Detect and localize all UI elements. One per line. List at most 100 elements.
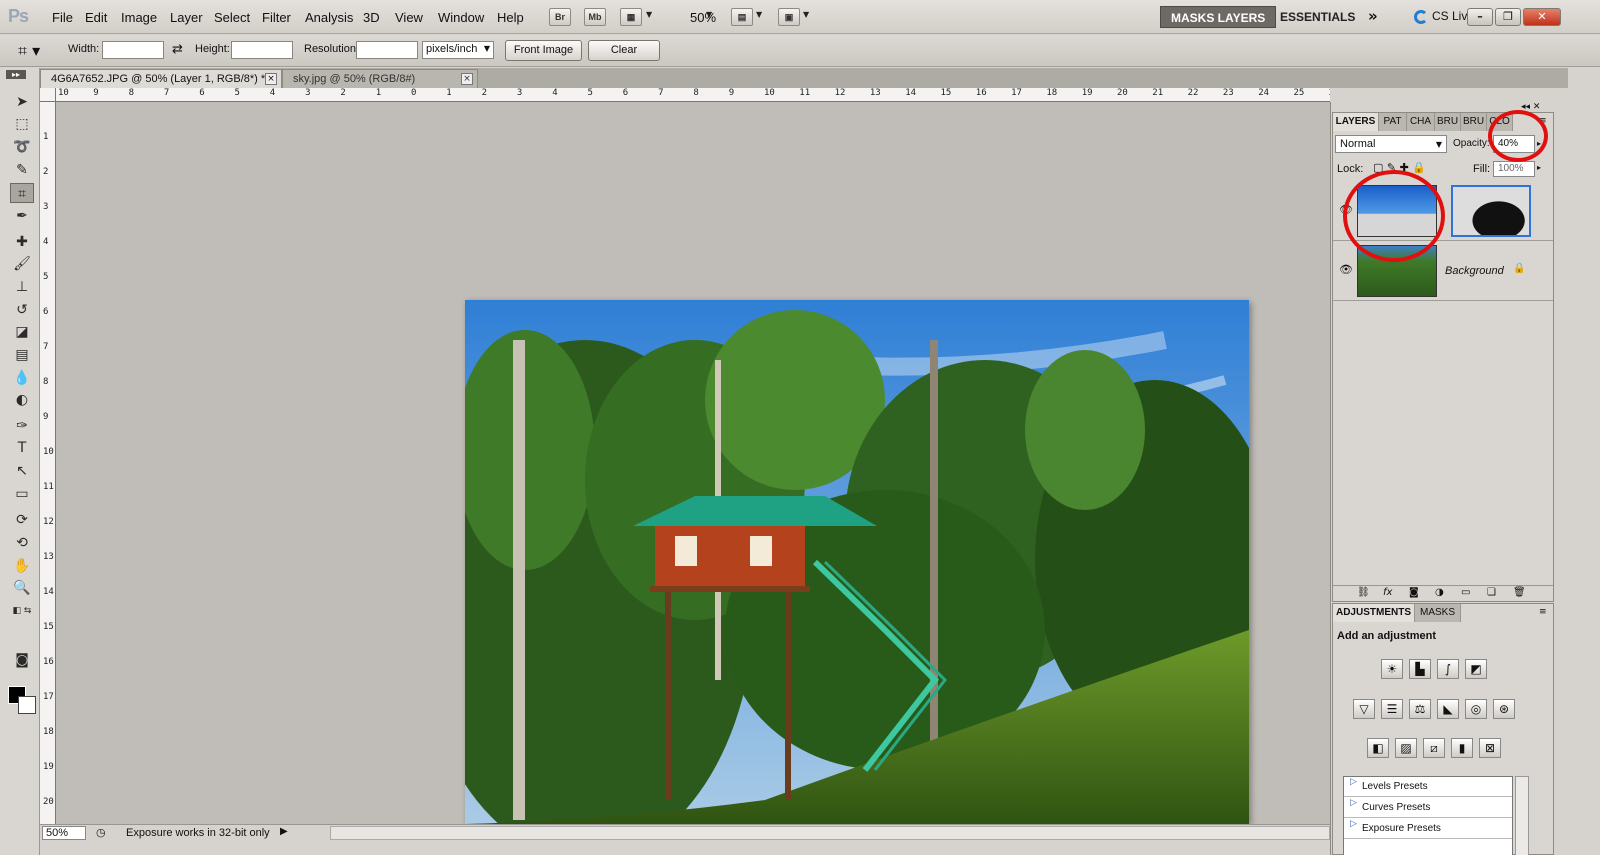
history-brush-tool-icon[interactable]: ↺: [10, 300, 34, 320]
lock-options-icon[interactable]: ▢ ✎ ✚ 🔒: [1373, 161, 1426, 174]
width-field[interactable]: [102, 41, 164, 59]
default-colors-icon[interactable]: ◧ ⇆: [10, 601, 34, 621]
3d-rotate-tool-icon[interactable]: ⟳: [10, 510, 34, 530]
menu-edit[interactable]: Edit: [85, 10, 107, 25]
healing-brush-tool-icon[interactable]: ✚: [10, 232, 34, 252]
preset-exposure[interactable]: ▷ Exposure Presets: [1344, 819, 1512, 839]
layer-name[interactable]: Background: [1445, 265, 1504, 277]
eyedropper-tool-icon[interactable]: ✒: [10, 206, 34, 226]
zoom-dropdown-icon[interactable]: ▼: [706, 10, 712, 19]
menu-filter[interactable]: Filter: [262, 10, 291, 25]
menu-analysis[interactable]: Analysis: [305, 10, 353, 25]
gradient-tool-icon[interactable]: ▤: [10, 345, 34, 365]
new-group-icon[interactable]: ▭: [1461, 587, 1470, 598]
clone-stamp-tool-icon[interactable]: ⊥: [10, 277, 34, 297]
tab-adjustments[interactable]: ADJUSTMENTS: [1333, 604, 1415, 622]
crop-tool-preset-icon[interactable]: ⌗ ▾: [18, 41, 58, 61]
tab-clone-source[interactable]: CLO: [1487, 113, 1513, 131]
panel-menu-icon[interactable]: ≡: [1539, 607, 1547, 617]
quick-selection-tool-icon[interactable]: ✎: [10, 160, 34, 180]
exposure-icon[interactable]: ◩: [1465, 659, 1487, 679]
color-balance-icon[interactable]: ⚖: [1409, 699, 1431, 719]
menu-layer[interactable]: Layer: [170, 10, 203, 25]
blend-mode-select[interactable]: Normal ▼: [1335, 135, 1447, 153]
channel-mixer-icon[interactable]: ⊛: [1493, 699, 1515, 719]
invert-icon[interactable]: ◧: [1367, 738, 1389, 758]
delete-layer-icon[interactable]: 🗑: [1513, 587, 1526, 598]
hand-tool-icon[interactable]: ✋: [10, 556, 34, 576]
tab-masks[interactable]: MASKS: [1415, 604, 1461, 622]
posterize-icon[interactable]: ▨: [1395, 738, 1417, 758]
close-tab-icon[interactable]: ×: [265, 73, 277, 85]
visibility-eye-icon[interactable]: 👁: [1339, 203, 1353, 216]
pen-tool-icon[interactable]: ✑: [10, 416, 34, 436]
horizontal-ruler[interactable]: 10 9 8 7 6 5 4 3 2 1 0 1 2 3 4 5 6 7 8 9 10 11 12 13 14 15 16 17 18 1…: [56, 88, 1330, 102]
status-info-icon[interactable]: ◷: [96, 826, 106, 839]
adjustment-layer-icon[interactable]: ◑: [1435, 587, 1444, 598]
tab-document-main[interactable]: 4G6A7652.JPG @ 50% (Layer 1, RGB/8*) * ×: [40, 69, 282, 88]
workspace-essentials[interactable]: ESSENTIALS: [1270, 6, 1365, 28]
brightness-contrast-icon[interactable]: ☀: [1381, 659, 1403, 679]
extras-dropdown-icon[interactable]: ▼: [646, 10, 652, 19]
arrange-dropdown-icon[interactable]: ▼: [756, 10, 762, 19]
screen-mode-icon[interactable]: ▣: [778, 8, 800, 26]
preset-curves[interactable]: ▷ Curves Presets: [1344, 798, 1512, 818]
swap-dimensions-icon[interactable]: ⇄: [172, 42, 183, 57]
fill-slider-arrow-icon[interactable]: ▸: [1537, 163, 1541, 172]
layer-thumbnail[interactable]: [1357, 185, 1437, 237]
fill-field[interactable]: 100%: [1493, 161, 1535, 177]
menu-help[interactable]: Help: [497, 10, 524, 25]
visibility-eye-icon[interactable]: 👁: [1339, 263, 1353, 276]
menu-select[interactable]: Select: [214, 10, 250, 25]
path-selection-tool-icon[interactable]: ↖: [10, 461, 34, 481]
layer-row-background[interactable]: 👁 Background 🔒: [1333, 241, 1553, 301]
background-color-swatch[interactable]: [18, 696, 36, 714]
document-canvas[interactable]: [56, 102, 1330, 824]
menu-image[interactable]: Image: [121, 10, 157, 25]
menu-file[interactable]: File: [52, 10, 73, 25]
screen-mode-dropdown-icon[interactable]: ▼: [803, 10, 809, 19]
close-window-icon[interactable]: ✕: [1523, 8, 1561, 26]
extras-icon[interactable]: ▦: [620, 8, 642, 26]
more-workspaces-icon[interactable]: »: [1368, 7, 1378, 25]
type-tool-icon[interactable]: T: [10, 438, 34, 458]
presets-scrollbar[interactable]: [1515, 776, 1529, 855]
levels-icon[interactable]: ▙: [1409, 659, 1431, 679]
eraser-tool-icon[interactable]: ◪: [10, 322, 34, 342]
brush-tool-icon[interactable]: 🖌: [10, 254, 34, 274]
move-tool-icon[interactable]: ➤: [10, 92, 34, 112]
height-field[interactable]: [231, 41, 293, 59]
dodge-tool-icon[interactable]: ◐: [10, 390, 34, 410]
cs-live-menu[interactable]: CS Live: [1412, 9, 1474, 23]
add-mask-icon[interactable]: ◙: [1409, 587, 1419, 598]
tab-paths[interactable]: PAT: [1379, 113, 1407, 131]
resolution-field[interactable]: [356, 41, 418, 59]
zoom-tool-icon[interactable]: 🔍: [10, 578, 34, 598]
tab-brush[interactable]: BRU: [1435, 113, 1461, 131]
minimize-icon[interactable]: –: [1467, 8, 1493, 26]
shape-tool-icon[interactable]: ▭: [10, 484, 34, 504]
collapse-panels-icon[interactable]: ◂◂ ✕: [1521, 102, 1540, 112]
hue-saturation-icon[interactable]: ☰: [1381, 699, 1403, 719]
panel-menu-icon[interactable]: ≡: [1539, 116, 1547, 126]
close-tab-icon[interactable]: ×: [461, 73, 473, 85]
crop-tool-icon[interactable]: ⌗: [10, 183, 34, 203]
restore-icon[interactable]: ❐: [1495, 8, 1521, 26]
status-message[interactable]: Exposure works in 32-bit only: [126, 827, 270, 839]
quick-mask-icon[interactable]: ◙: [10, 650, 34, 670]
opacity-slider-arrow-icon[interactable]: ▸: [1537, 139, 1541, 148]
gradient-map-icon[interactable]: ▮: [1451, 738, 1473, 758]
tab-layers[interactable]: LAYERS: [1333, 113, 1379, 131]
3d-orbit-tool-icon[interactable]: ⟲: [10, 533, 34, 553]
menu-3d[interactable]: 3D: [363, 10, 380, 25]
vertical-ruler[interactable]: 12345678910111213141516171819202122: [40, 102, 56, 824]
zoom-status-field[interactable]: 50%: [42, 826, 86, 840]
arrange-documents-icon[interactable]: ▤: [731, 8, 753, 26]
expand-triangle-icon[interactable]: ▷: [1350, 777, 1357, 787]
vibrance-icon[interactable]: ▽: [1353, 699, 1375, 719]
black-white-icon[interactable]: ◣: [1437, 699, 1459, 719]
front-image-button[interactable]: Front Image: [505, 40, 582, 61]
layer-row-layer-1[interactable]: 👁: [1333, 181, 1553, 241]
threshold-icon[interactable]: ⧄: [1423, 738, 1445, 758]
preset-levels[interactable]: ▷ Levels Presets: [1344, 777, 1512, 797]
